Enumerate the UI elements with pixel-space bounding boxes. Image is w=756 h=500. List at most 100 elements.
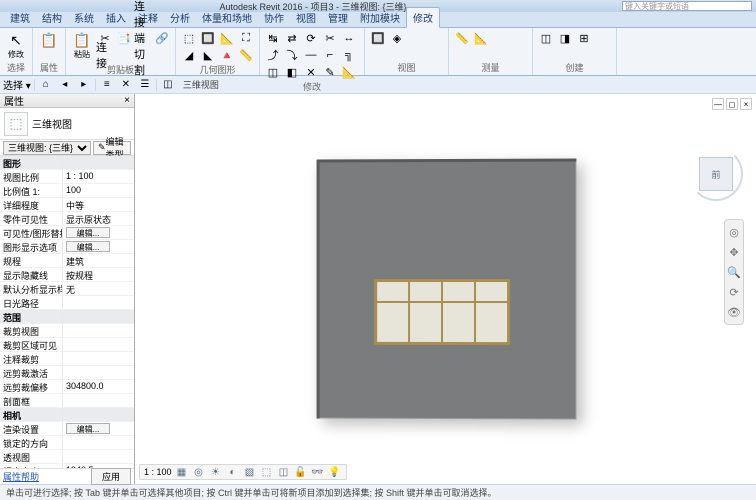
- temp-hide-icon[interactable]: 👓: [311, 465, 325, 479]
- property-row[interactable]: 零件可见性显示原状态: [0, 212, 134, 226]
- view-style-icon[interactable]: ◫: [160, 78, 176, 92]
- ribbon-tool-icon[interactable]: ↹: [264, 30, 282, 46]
- tab-协作[interactable]: 协作: [258, 8, 290, 27]
- ribbon-tool-icon[interactable]: ◣: [199, 47, 217, 63]
- property-row[interactable]: 注释裁剪: [0, 352, 134, 366]
- sun-path-icon[interactable]: ☀: [209, 465, 223, 479]
- ribbon-tool-icon[interactable]: ⤵: [283, 47, 301, 63]
- ribbon-tool-icon[interactable]: —: [302, 47, 320, 63]
- ribbon-btn[interactable]: 📋: [37, 30, 61, 51]
- instance-filter[interactable]: 三维视图: {三维}: [3, 141, 91, 155]
- window-element[interactable]: [374, 279, 510, 345]
- tab-视图[interactable]: 视图: [290, 8, 322, 27]
- tab-结构[interactable]: 结构: [36, 8, 68, 27]
- wall-element[interactable]: [316, 159, 576, 420]
- ribbon-btn[interactable]: ↖修改: [4, 30, 28, 59]
- edit-type-button[interactable]: ✎ 编辑类型: [93, 141, 131, 155]
- thin-lines-icon[interactable]: ≡: [99, 78, 115, 92]
- nav-fwd-icon[interactable]: ▸: [76, 78, 92, 92]
- reveal-hidden-icon[interactable]: 💡: [328, 465, 342, 479]
- ribbon-tool-icon[interactable]: 📏: [237, 47, 255, 63]
- look-icon[interactable]: 👁: [726, 304, 742, 320]
- property-row[interactable]: 显示隐藏线按规程: [0, 268, 134, 282]
- ribbon-tool-icon[interactable]: ◈: [388, 30, 406, 46]
- help-search[interactable]: 键入关键字或短语: [622, 1, 752, 11]
- view-scale[interactable]: 1 : 100: [144, 467, 172, 477]
- shadows-icon[interactable]: ◐: [226, 465, 240, 479]
- property-row[interactable]: 日光路径: [0, 296, 134, 310]
- ribbon-tool-icon[interactable]: 连接端切割: [134, 30, 152, 46]
- property-row[interactable]: 远剪裁激活: [0, 366, 134, 380]
- tab-体量和场地[interactable]: 体量和场地: [196, 8, 258, 27]
- filter-icon[interactable]: ⌂: [38, 78, 54, 92]
- tab-分析[interactable]: 分析: [164, 8, 196, 27]
- ribbon-tool-icon[interactable]: ◫: [537, 30, 555, 46]
- property-row[interactable]: 裁剪区域可见: [0, 338, 134, 352]
- property-row[interactable]: 裁剪视图: [0, 324, 134, 338]
- ribbon-tool-icon[interactable]: ⬚: [180, 30, 198, 46]
- crop-visible-icon[interactable]: ◫: [277, 465, 291, 479]
- properties-help-link[interactable]: 属性帮助: [3, 470, 39, 483]
- property-category[interactable]: 图形: [0, 156, 134, 170]
- viewport[interactable]: — ◻ × 前 ◎ ✥ 🔍 ⟳ 👁 1 : 100 ▦ ◎ ☀: [135, 94, 756, 484]
- ribbon-tool-icon[interactable]: 🔺: [218, 47, 236, 63]
- ribbon-tool-icon[interactable]: ✂: [321, 30, 339, 46]
- ribbon-tool-icon[interactable]: 📐: [218, 30, 236, 46]
- ribbon-tool-icon[interactable]: 🔲: [369, 30, 387, 46]
- ribbon-tool-icon[interactable]: ◢: [180, 47, 198, 63]
- tab-系统[interactable]: 系统: [68, 8, 100, 27]
- tab-管理[interactable]: 管理: [322, 8, 354, 27]
- full-nav-wheel-icon[interactable]: ◎: [726, 224, 742, 240]
- crop-view-icon[interactable]: ⬚: [260, 465, 274, 479]
- tab-附加模块[interactable]: 附加模块: [354, 8, 406, 27]
- zoom-icon[interactable]: 🔍: [726, 264, 742, 280]
- ribbon-tool-icon[interactable]: 连接: [96, 47, 114, 63]
- property-row[interactable]: 透视图: [0, 450, 134, 464]
- ribbon-tool-icon[interactable]: 📏: [453, 30, 471, 46]
- ribbon-tool-icon[interactable]: ↔: [340, 30, 358, 46]
- property-edit-button[interactable]: 编辑...: [66, 423, 110, 434]
- property-row[interactable]: 默认分析显示样式无: [0, 282, 134, 296]
- ribbon-tool-icon[interactable]: ⊞: [575, 30, 593, 46]
- tab-插入[interactable]: 插入: [100, 8, 132, 27]
- nav-back-icon[interactable]: ◂: [57, 78, 73, 92]
- visual-style-icon[interactable]: ◎: [192, 465, 206, 479]
- ribbon-btn[interactable]: 📋粘贴: [70, 30, 94, 59]
- ribbon-tool-icon[interactable]: ╗: [340, 47, 358, 63]
- property-category[interactable]: 范围: [0, 310, 134, 324]
- drawing-canvas[interactable]: [135, 94, 756, 484]
- view-cube[interactable]: 前: [686, 144, 746, 204]
- close-hidden-icon[interactable]: ✕: [118, 78, 134, 92]
- ribbon-tool-icon[interactable]: ⇄: [283, 30, 301, 46]
- close-icon[interactable]: ×: [124, 95, 130, 106]
- apply-button[interactable]: 应用: [91, 468, 131, 485]
- property-edit-button[interactable]: 编辑...: [66, 227, 110, 238]
- property-row[interactable]: 锁定的方向: [0, 436, 134, 450]
- property-row[interactable]: 剖面框: [0, 394, 134, 408]
- tab-建筑[interactable]: 建筑: [4, 8, 36, 27]
- ribbon-tool-icon[interactable]: ⛶: [237, 30, 255, 46]
- rendering-icon[interactable]: ▧: [243, 465, 257, 479]
- ribbon-tool-icon[interactable]: 🔗: [153, 30, 171, 46]
- ribbon-tool-icon[interactable]: 🔲: [199, 30, 217, 46]
- property-list[interactable]: 图形视图比例1 : 100比例值 1:100详细程度中等零件可见性显示原状态可见…: [0, 156, 134, 468]
- ribbon-tool-icon[interactable]: ⤴: [264, 47, 282, 63]
- ribbon-tool-icon[interactable]: 📑: [115, 30, 133, 46]
- ribbon-tool-icon[interactable]: 📐: [472, 30, 490, 46]
- property-row[interactable]: 可见性/图形替换编辑...: [0, 226, 134, 240]
- pan-icon[interactable]: ✥: [726, 244, 742, 260]
- property-edit-button[interactable]: 编辑...: [66, 241, 110, 252]
- ribbon-tool-icon[interactable]: ⟳: [302, 30, 320, 46]
- property-category[interactable]: 相机: [0, 408, 134, 422]
- ribbon-tool-icon[interactable]: ◨: [556, 30, 574, 46]
- property-row[interactable]: 渲染设置编辑...: [0, 422, 134, 436]
- property-row[interactable]: 远剪裁偏移304800.0: [0, 380, 134, 394]
- ribbon-tool-icon[interactable]: ⌐: [321, 47, 339, 63]
- property-row[interactable]: 规程建筑: [0, 254, 134, 268]
- property-row[interactable]: 视图比例1 : 100: [0, 170, 134, 184]
- property-row[interactable]: 图形显示选项编辑...: [0, 240, 134, 254]
- property-row[interactable]: 比例值 1:100: [0, 184, 134, 198]
- tab-修改[interactable]: 修改: [406, 7, 440, 28]
- detail-level-icon[interactable]: ▦: [175, 465, 189, 479]
- switch-window-icon[interactable]: ☰: [137, 78, 153, 92]
